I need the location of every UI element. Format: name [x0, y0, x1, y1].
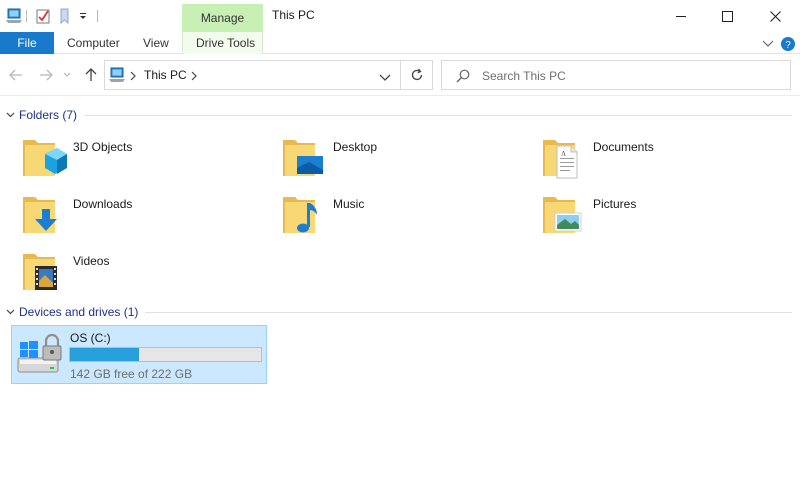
folder-downloads[interactable]: Downloads [21, 191, 276, 243]
folder-desktop[interactable]: Desktop [281, 134, 536, 186]
new-folder-icon[interactable] [56, 7, 74, 25]
folders-group-header[interactable]: Folders (7) [6, 107, 77, 123]
svg-text:?: ? [785, 40, 791, 51]
drive-usage-fill [70, 348, 139, 361]
collapse-chevron-icon [6, 112, 15, 118]
search-box[interactable]: Search This PC [441, 60, 791, 90]
navigation-bar: This PC Search This PC [0, 54, 800, 96]
close-button[interactable] [752, 0, 798, 32]
svg-text:A: A [561, 150, 566, 158]
desktop-folder-icon [283, 140, 323, 176]
address-dropdown-chevron-icon[interactable] [379, 71, 391, 85]
folder-label: Music [333, 197, 365, 211]
folders-group-title: Folders (7) [19, 108, 78, 122]
videos-folder-icon [23, 254, 57, 290]
customize-toolbar-chevron-icon[interactable] [76, 7, 90, 25]
this-pc-small-icon [108, 67, 126, 86]
folder-pictures[interactable]: Pictures [541, 191, 796, 243]
downloads-folder-icon [23, 197, 57, 233]
folder-label: 3D Objects [73, 140, 133, 154]
drive-free-space: 142 GB free of 222 GB [70, 367, 193, 381]
folder-documents[interactable]: A Documents [541, 134, 796, 186]
up-arrow-icon [85, 68, 97, 81]
close-icon [769, 10, 781, 22]
breadcrumb-chevron-icon[interactable] [191, 70, 197, 84]
folders-group-divider [84, 115, 792, 116]
up-button[interactable] [82, 66, 100, 84]
breadcrumb-this-pc[interactable]: This PC [144, 68, 187, 82]
tab-computer[interactable]: Computer [67, 32, 120, 54]
folder-music[interactable]: Music [281, 191, 536, 243]
tab-view[interactable]: View [143, 32, 169, 54]
breadcrumb-chevron-icon[interactable] [130, 70, 136, 84]
title-bar: Manage This PC [0, 0, 800, 32]
minimize-button[interactable] [658, 0, 704, 32]
tab-file[interactable]: File [0, 32, 54, 54]
devices-group-divider [145, 312, 792, 313]
this-pc-app-icon[interactable] [4, 7, 24, 25]
help-button[interactable]: ? [780, 36, 796, 52]
drive-os-c[interactable]: OS (C:) 142 GB free of 222 GB [11, 325, 267, 384]
minimize-icon [676, 16, 686, 17]
search-placeholder: Search This PC [482, 69, 566, 83]
back-button[interactable] [7, 66, 25, 84]
quick-access-separator [26, 10, 27, 22]
window-title: This PC [272, 8, 315, 22]
chevron-down-icon [63, 72, 71, 77]
folder-videos[interactable]: Videos [21, 248, 276, 300]
folder-label: Desktop [333, 140, 378, 154]
drive-name: OS (C:) [70, 331, 111, 345]
ribbon-tabs: File Computer View Drive Tools ? [0, 32, 800, 54]
refresh-icon [411, 68, 422, 81]
devices-group-title: Devices and drives (1) [19, 305, 139, 319]
tab-drive-tools[interactable]: Drive Tools [196, 32, 255, 54]
refresh-button[interactable] [401, 60, 433, 90]
music-folder-icon [283, 197, 317, 233]
folder-3d-objects[interactable]: 3D Objects [21, 134, 276, 186]
quick-access-separator [97, 10, 98, 22]
collapse-chevron-icon [6, 309, 15, 315]
folder-label: Videos [73, 254, 110, 268]
drive-usage-bar [69, 347, 262, 362]
forward-arrow-icon [40, 69, 53, 81]
maximize-button[interactable] [704, 0, 750, 32]
folder-label: Pictures [593, 197, 637, 211]
documents-folder-icon: A [543, 140, 578, 179]
folder-label: Documents [593, 140, 654, 154]
help-icon: ? [781, 37, 795, 51]
tab-manage[interactable]: Manage [182, 4, 263, 32]
expand-ribbon-chevron-icon[interactable] [760, 36, 776, 52]
search-icon [456, 69, 470, 86]
recent-locations-button[interactable] [61, 66, 73, 84]
3d-objects-folder-icon [23, 140, 67, 176]
devices-group-header[interactable]: Devices and drives (1) [6, 304, 138, 320]
address-bar[interactable]: This PC [104, 60, 401, 90]
back-arrow-icon [9, 69, 22, 81]
bitlocker-drive-icon [17, 333, 62, 373]
pictures-folder-icon [543, 197, 582, 233]
maximize-icon [721, 10, 733, 22]
properties-icon[interactable] [34, 7, 52, 25]
folder-label: Downloads [73, 197, 133, 211]
forward-button[interactable] [37, 66, 55, 84]
